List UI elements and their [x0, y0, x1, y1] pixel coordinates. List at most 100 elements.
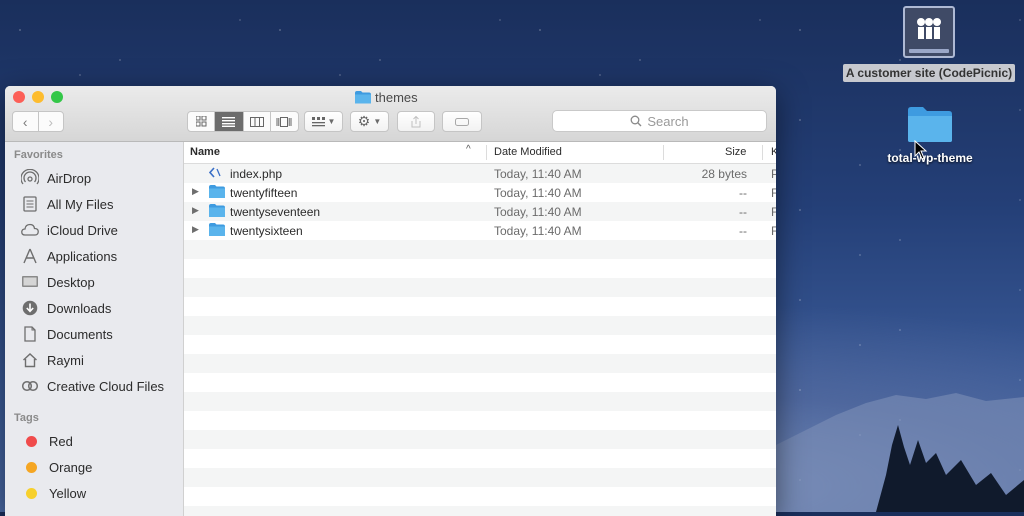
file-kind: F	[771, 205, 776, 219]
close-button[interactable]	[13, 91, 25, 103]
file-list: Name ^ Date Modified Size K index.php To…	[184, 142, 776, 516]
coverflow-view-button[interactable]	[271, 112, 298, 131]
folder-label: total-wp-theme	[887, 151, 973, 165]
cloud-icon	[20, 221, 40, 239]
file-date: Today, 11:40 AM	[494, 186, 582, 200]
folder-icon	[209, 223, 225, 236]
empty-row	[184, 278, 776, 297]
folder-icon	[355, 91, 371, 104]
file-date: Today, 11:40 AM	[494, 167, 582, 181]
column-header-size[interactable]: Size	[725, 146, 746, 158]
sidebar-item-label: Desktop	[47, 274, 95, 290]
sidebar-item-creative-cloud[interactable]: Creative Cloud Files	[5, 373, 183, 399]
documents-icon	[20, 325, 40, 343]
chevron-down-icon: ▼	[327, 117, 336, 126]
empty-row	[184, 316, 776, 335]
sidebar-item-label: AirDrop	[47, 170, 92, 186]
desktop-folder-icon[interactable]: total-wp-theme	[870, 104, 990, 165]
icon-view-button[interactable]	[188, 112, 216, 131]
sidebar-item-documents[interactable]: Documents	[5, 321, 183, 347]
file-name: twentysixteen	[230, 224, 303, 238]
network-drive-icon[interactable]: A customer site (CodePicnic)	[838, 6, 1020, 82]
sidebar-item-label: Yellow	[49, 485, 87, 501]
sidebar-item-label: Creative Cloud Files	[47, 378, 165, 394]
back-button[interactable]: ‹	[13, 112, 39, 131]
table-row[interactable]: ▶ twentysixteen Today, 11:40 AM -- F	[184, 221, 776, 240]
empty-row	[184, 354, 776, 373]
folder-icon	[209, 185, 225, 198]
disclosure-triangle-icon[interactable]: ▶	[192, 205, 199, 216]
sidebar-tag-orange[interactable]: Orange	[5, 454, 183, 480]
minimize-button[interactable]	[32, 91, 44, 103]
file-size: --	[739, 186, 747, 200]
sidebar-item-label: iCloud Drive	[47, 222, 118, 238]
empty-row	[184, 449, 776, 468]
share-button[interactable]	[397, 111, 435, 132]
sidebar-tag-yellow[interactable]: Yellow	[5, 480, 183, 506]
column-divider[interactable]	[762, 145, 763, 160]
sort-ascending-icon: ^	[466, 144, 471, 155]
downloads-icon	[20, 299, 40, 317]
finder-window: themes ‹ › ▼ ⚙ ▼ Search Favorites AirDro…	[5, 86, 776, 516]
action-button[interactable]: ⚙ ▼	[350, 111, 389, 132]
table-row[interactable]: ▶ twentyseventeen Today, 11:40 AM -- F	[184, 202, 776, 221]
all-files-icon	[20, 195, 40, 213]
shared-server-icon	[903, 6, 955, 58]
sidebar-item-all-my-files[interactable]: All My Files	[5, 191, 183, 217]
airdrop-icon	[20, 169, 40, 187]
forward-button[interactable]: ›	[39, 112, 64, 131]
sidebar-item-airdrop[interactable]: AirDrop	[5, 165, 183, 191]
chevron-left-icon: ‹	[22, 113, 28, 130]
nav-buttons: ‹ ›	[12, 111, 64, 132]
empty-row	[184, 411, 776, 430]
folder-icon	[209, 204, 225, 217]
edit-tags-button[interactable]	[442, 111, 482, 132]
arrange-button[interactable]: ▼	[304, 111, 343, 132]
sidebar-item-desktop[interactable]: Desktop	[5, 269, 183, 295]
folder-icon	[908, 107, 952, 142]
column-view-icon	[249, 116, 264, 127]
tags-header: Tags	[14, 412, 39, 424]
share-icon	[411, 115, 421, 127]
table-row[interactable]: ▶ twentyfifteen Today, 11:40 AM -- F	[184, 183, 776, 202]
chevron-right-icon: ›	[48, 113, 54, 130]
column-header-date[interactable]: Date Modified	[494, 146, 562, 158]
empty-row	[184, 259, 776, 278]
column-divider[interactable]	[486, 145, 487, 160]
column-header-kind[interactable]: K	[771, 146, 776, 158]
file-size: --	[739, 224, 747, 238]
orange-tag-dot-icon	[26, 461, 37, 473]
sidebar-item-label: All My Files	[47, 196, 114, 212]
window-title-text: themes	[375, 90, 418, 105]
column-header-name[interactable]: Name	[190, 146, 220, 158]
disclosure-triangle-icon[interactable]: ▶	[192, 186, 199, 197]
sidebar-item-label: Red	[49, 433, 73, 449]
sidebar-tag-red[interactable]: Red	[5, 428, 183, 454]
window-titlebar: themes ‹ › ▼ ⚙ ▼ Search	[5, 86, 776, 142]
drive-label: A customer site (CodePicnic)	[842, 64, 1016, 82]
file-date: Today, 11:40 AM	[494, 205, 582, 219]
column-view-button[interactable]	[244, 112, 271, 131]
sidebar-item-applications[interactable]: Applications	[5, 243, 183, 269]
list-view-button[interactable]	[215, 112, 244, 131]
column-divider[interactable]	[663, 145, 664, 160]
coverflow-view-icon	[276, 116, 292, 127]
file-name: twentyseventeen	[230, 205, 321, 219]
empty-row	[184, 240, 776, 259]
disclosure-triangle-icon[interactable]: ▶	[192, 224, 199, 235]
sidebar-item-downloads[interactable]: Downloads	[5, 295, 183, 321]
table-row[interactable]: index.php Today, 11:40 AM 28 bytes P	[184, 164, 776, 183]
file-kind: P	[771, 167, 776, 181]
file-name: index.php	[230, 167, 283, 181]
sidebar-item-icloud-drive[interactable]: iCloud Drive	[5, 217, 183, 243]
desktop-icon	[20, 273, 40, 291]
search-icon	[630, 115, 642, 127]
maximize-button[interactable]	[51, 91, 63, 103]
applications-icon	[20, 247, 40, 265]
sidebar-item-label: Applications	[47, 248, 118, 264]
sidebar-item-raymi[interactable]: Raymi	[5, 347, 183, 373]
file-kind: F	[771, 186, 776, 200]
search-field[interactable]: Search	[552, 110, 767, 132]
column-header-row: Name ^ Date Modified Size K	[184, 142, 776, 164]
file-size: 28 bytes	[701, 167, 747, 181]
